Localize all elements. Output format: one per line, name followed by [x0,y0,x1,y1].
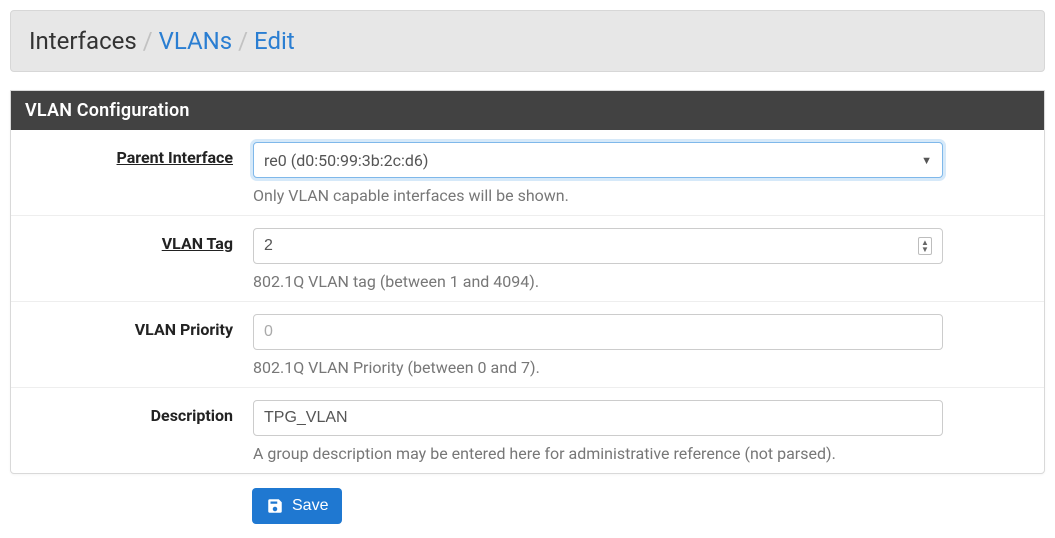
row-parent-interface: Parent Interface re0 (d0:50:99:3b:2c:d6)… [11,130,1044,215]
action-row: Save [10,488,1045,524]
description-input[interactable] [264,409,932,427]
breadcrumb-sep: / [141,27,155,55]
help-vlan-priority: 802.1Q VLAN Priority (between 0 and 7). [253,358,943,377]
parent-interface-value: re0 (d0:50:99:3b:2c:d6) [264,151,921,170]
breadcrumb-edit[interactable]: Edit [254,27,295,55]
parent-interface-select[interactable]: re0 (d0:50:99:3b:2c:d6) ▼ [253,142,943,178]
help-vlan-tag: 802.1Q VLAN tag (between 1 and 4094). [253,272,943,291]
help-description: A group description may be entered here … [253,444,943,463]
vlan-config-panel: VLAN Configuration Parent Interface re0 … [10,90,1045,474]
panel-title: VLAN Configuration [11,91,1044,130]
help-parent-interface: Only VLAN capable interfaces will be sho… [253,186,943,205]
save-icon [266,497,284,515]
save-button[interactable]: Save [252,488,342,524]
breadcrumb: Interfaces / VLANs / Edit [10,10,1045,72]
breadcrumb-sep: / [236,27,250,55]
vlan-priority-input[interactable] [264,323,932,341]
row-vlan-priority: VLAN Priority 802.1Q VLAN Priority (betw… [11,301,1044,387]
label-vlan-tag: VLAN Tag [162,234,233,253]
vlan-tag-input-wrap: ▲▼ [253,228,943,264]
save-button-label: Save [292,497,328,515]
vlan-tag-input[interactable] [264,237,918,255]
vlan-priority-input-wrap [253,314,943,350]
row-description: Description A group description may be e… [11,387,1044,473]
label-parent-interface: Parent Interface [117,148,233,167]
breadcrumb-root: Interfaces [29,27,137,55]
description-input-wrap [253,400,943,436]
label-description: Description [151,406,233,425]
number-stepper-icon[interactable]: ▲▼ [918,237,932,255]
row-vlan-tag: VLAN Tag ▲▼ 802.1Q VLAN tag (between 1 a… [11,215,1044,301]
chevron-down-icon: ▼ [921,154,932,167]
label-vlan-priority: VLAN Priority [135,320,233,339]
breadcrumb-vlans[interactable]: VLANs [159,27,233,55]
